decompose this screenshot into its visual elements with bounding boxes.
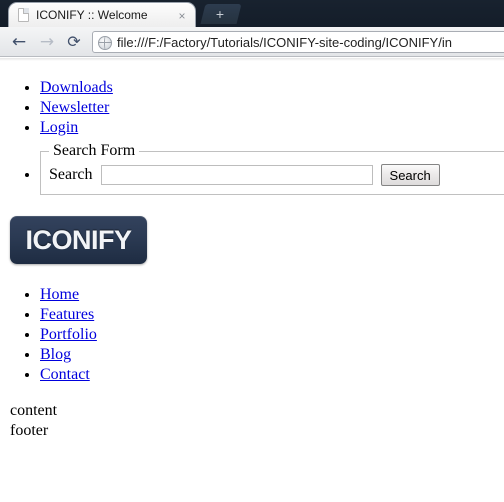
utility-link-list: Downloads Newsletter Login Search Form S…: [0, 78, 504, 195]
list-item: Portfolio: [40, 325, 300, 345]
list-item: Contact: [40, 365, 300, 385]
nav-item-features[interactable]: Features: [40, 306, 94, 323]
address-bar[interactable]: file:///F:/Factory/Tutorials/ICONIFY-sit…: [92, 31, 504, 53]
tab-strip: ICONIFY :: Welcome × +: [0, 0, 504, 27]
list-item: Home: [40, 285, 300, 305]
nav-item-contact[interactable]: Contact: [40, 366, 90, 383]
browser-tab-active[interactable]: ICONIFY :: Welcome ×: [8, 2, 196, 27]
link-login[interactable]: Login: [40, 119, 78, 136]
close-icon[interactable]: ×: [175, 9, 189, 23]
nav-item-home[interactable]: Home: [40, 286, 79, 303]
main-navigation-list: Home Features Portfolio Blog Contact: [0, 285, 300, 385]
browser-window: ICONIFY :: Welcome × + ← → ⟳ file:///F:/…: [0, 0, 504, 502]
site-logo-text: ICONIFY: [25, 225, 132, 255]
content-placeholder-text: content: [10, 402, 58, 419]
globe-icon: [98, 36, 112, 50]
tab-title: ICONIFY :: Welcome: [36, 8, 148, 22]
search-label: Search: [49, 166, 93, 183]
list-item: Features: [40, 305, 300, 325]
plus-icon[interactable]: +: [211, 5, 229, 23]
reload-icon[interactable]: ⟳: [61, 31, 87, 53]
footer-placeholder-text: footer: [10, 422, 49, 439]
search-input[interactable]: [100, 165, 373, 185]
back-icon[interactable]: ←: [6, 31, 32, 53]
list-item: Newsletter: [40, 98, 480, 118]
link-downloads[interactable]: Downloads: [40, 79, 113, 96]
search-form-row: Search Search: [49, 162, 501, 186]
search-button[interactable]: Search: [380, 164, 440, 186]
search-form: Search Form Search Search: [40, 142, 504, 195]
link-newsletter[interactable]: Newsletter: [40, 99, 109, 116]
page-viewport: Downloads Newsletter Login Search Form S…: [0, 61, 504, 502]
nav-item-blog[interactable]: Blog: [40, 346, 71, 363]
list-item: Blog: [40, 345, 300, 365]
list-item-search-form: Search Form Search Search: [40, 142, 504, 195]
address-bar-text: file:///F:/Factory/Tutorials/ICONIFY-sit…: [117, 35, 452, 50]
nav-item-portfolio[interactable]: Portfolio: [40, 326, 97, 343]
list-item: Downloads: [40, 78, 480, 98]
site-logo: ICONIFY: [10, 216, 147, 264]
forward-icon[interactable]: →: [34, 31, 60, 53]
search-form-legend: Search Form: [53, 142, 136, 159]
list-item: Login: [40, 118, 480, 138]
document-icon: [18, 8, 29, 22]
